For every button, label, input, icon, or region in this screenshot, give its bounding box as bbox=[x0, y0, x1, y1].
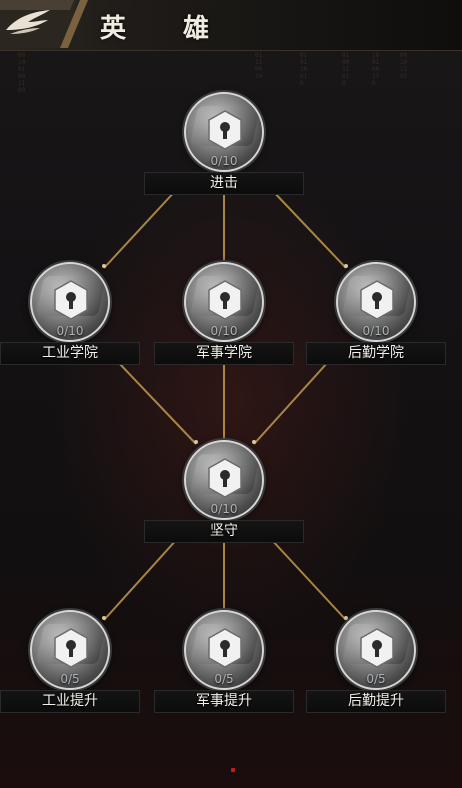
node-name: 进击 bbox=[144, 172, 304, 195]
keyhole-lock-icon bbox=[208, 280, 242, 320]
talent-medal[interactable]: 0/5 bbox=[336, 610, 416, 690]
talent-medal[interactable]: 0/5 bbox=[30, 610, 110, 690]
node-progress: 0/10 bbox=[56, 324, 84, 338]
node-name: 后勤提升 bbox=[306, 690, 446, 713]
keyhole-lock-icon bbox=[360, 280, 394, 320]
talent-node-junshi[interactable]: 0/10 军事学院 bbox=[144, 262, 304, 392]
talent-node-houqin[interactable]: 0/10 后勤学院 bbox=[296, 262, 456, 392]
talent-node-jianshou[interactable]: 0/10 坚守 bbox=[144, 440, 304, 570]
node-name: 后勤学院 bbox=[306, 342, 446, 365]
accent-dot bbox=[231, 768, 235, 772]
talent-node-gongye-up[interactable]: 0/5 工业提升 bbox=[0, 610, 150, 740]
talent-medal[interactable]: 0/10 bbox=[184, 262, 264, 342]
talent-medal[interactable]: 0/10 bbox=[184, 92, 264, 172]
node-name: 工业学院 bbox=[0, 342, 140, 365]
talent-node-junshi-up[interactable]: 0/5 军事提升 bbox=[144, 610, 304, 740]
keyhole-lock-icon bbox=[54, 628, 88, 668]
talent-medal[interactable]: 0/10 bbox=[336, 262, 416, 342]
talent-node-jinji[interactable]: 0/10 进击 bbox=[144, 92, 304, 222]
node-progress: 0/10 bbox=[210, 154, 238, 168]
keyhole-lock-icon bbox=[208, 110, 242, 150]
talent-medal[interactable]: 0/10 bbox=[184, 440, 264, 520]
node-progress: 0/10 bbox=[210, 324, 238, 338]
node-progress: 0/5 bbox=[366, 672, 386, 686]
node-name: 工业提升 bbox=[0, 690, 140, 713]
talent-medal[interactable]: 0/5 bbox=[184, 610, 264, 690]
node-progress: 0/10 bbox=[210, 502, 238, 516]
node-progress: 0/5 bbox=[214, 672, 234, 686]
keyhole-lock-icon bbox=[360, 628, 394, 668]
keyhole-lock-icon bbox=[54, 280, 88, 320]
node-progress: 0/10 bbox=[362, 324, 390, 338]
node-name: 军事提升 bbox=[154, 690, 294, 713]
talent-node-gongye[interactable]: 0/10 工业学院 bbox=[0, 262, 150, 392]
node-progress: 0/5 bbox=[60, 672, 80, 686]
talent-node-houqin-up[interactable]: 0/5 后勤提升 bbox=[296, 610, 456, 740]
keyhole-lock-icon bbox=[208, 628, 242, 668]
node-name: 坚守 bbox=[144, 520, 304, 543]
keyhole-lock-icon bbox=[208, 458, 242, 498]
node-name: 军事学院 bbox=[154, 342, 294, 365]
talent-medal[interactable]: 0/10 bbox=[30, 262, 110, 342]
